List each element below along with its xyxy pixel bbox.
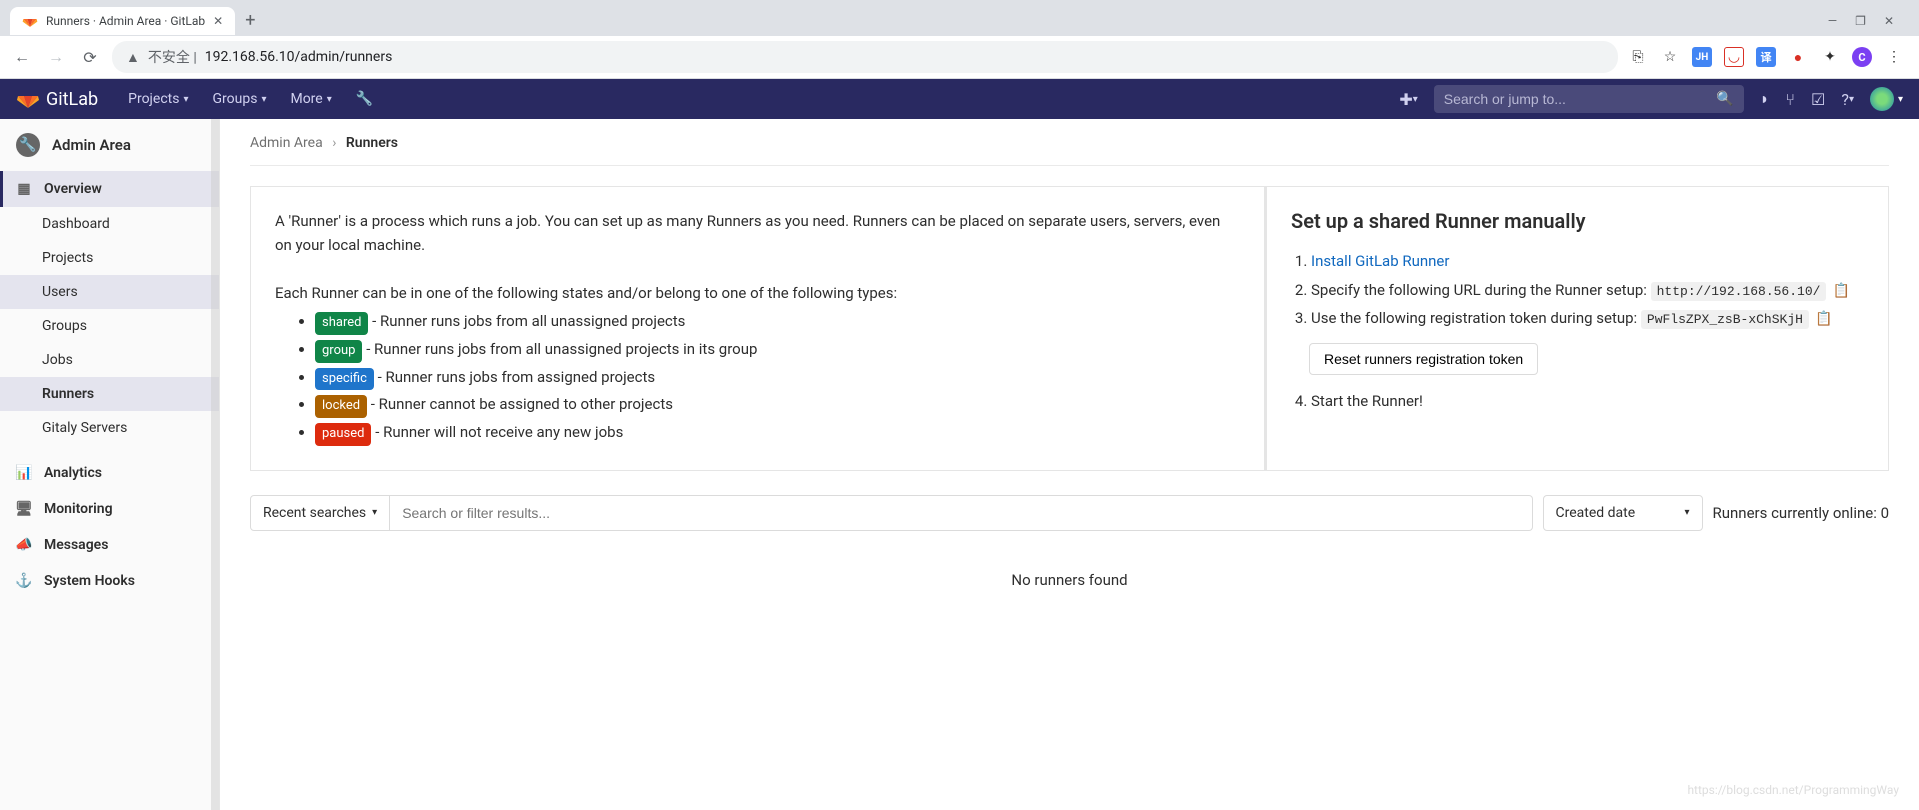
reset-token-button[interactable]: Reset runners registration token bbox=[1309, 343, 1538, 375]
merge-requests-icon[interactable]: ⑂ bbox=[1785, 90, 1795, 109]
setup-step2: Specify the following URL during the Run… bbox=[1311, 276, 1864, 305]
breadcrumb-admin[interactable]: Admin Area bbox=[250, 135, 323, 151]
issues-icon[interactable]: ◗ bbox=[1760, 89, 1770, 109]
url-text: 192.168.56.10/admin/runners bbox=[205, 49, 393, 65]
overview-icon: ▦ bbox=[16, 181, 32, 197]
extensions-icon[interactable]: ✦ bbox=[1820, 47, 1840, 67]
search-input[interactable] bbox=[1444, 91, 1704, 107]
sidebar-messages[interactable]: 📣 Messages bbox=[0, 527, 219, 563]
install-runner-link[interactable]: Install GitLab Runner bbox=[1311, 252, 1449, 270]
sidebar-runners[interactable]: Runners bbox=[0, 377, 219, 411]
user-menu[interactable]: ▾ bbox=[1870, 87, 1903, 111]
gitlab-logo[interactable]: GitLab bbox=[16, 87, 98, 111]
extension-record-icon[interactable]: ● bbox=[1788, 47, 1808, 67]
extension-translate-icon[interactable]: 译 bbox=[1756, 47, 1776, 67]
setup-panel: Set up a shared Runner manually Install … bbox=[1264, 186, 1889, 471]
messages-icon: 📣 bbox=[16, 537, 32, 553]
menu-icon[interactable]: ⋮ bbox=[1884, 47, 1904, 67]
empty-state: No runners found bbox=[250, 551, 1889, 609]
sidebar-overview[interactable]: ▦ Overview bbox=[0, 171, 219, 207]
brand-text: GitLab bbox=[46, 89, 98, 110]
setup-title: Set up a shared Runner manually bbox=[1291, 209, 1864, 233]
setup-url: http://192.168.56.10/ bbox=[1651, 282, 1827, 301]
translate-icon[interactable]: ⎘ bbox=[1628, 47, 1648, 67]
minimize-button[interactable]: — bbox=[1828, 14, 1837, 28]
window-close-button[interactable]: ✕ bbox=[1884, 14, 1894, 28]
insecure-label: 不安全 | bbox=[148, 47, 197, 67]
more-menu[interactable]: More▾ bbox=[280, 83, 341, 115]
sidebar-title[interactable]: 🔧 Admin Area bbox=[0, 119, 219, 171]
copy-url-icon[interactable]: 📋 bbox=[1832, 283, 1849, 299]
address-bar[interactable]: ▲ 不安全 | 192.168.56.10/admin/runners bbox=[112, 41, 1618, 73]
state-paused: paused - Runner will not receive any new… bbox=[315, 420, 1240, 446]
monitoring-icon: 🖥 bbox=[16, 501, 32, 517]
tab-title: Runners · Admin Area · GitLab bbox=[46, 14, 205, 28]
breadcrumb-current: Runners bbox=[346, 135, 398, 151]
recent-searches-dropdown[interactable]: Recent searches▾ bbox=[250, 495, 390, 531]
sidebar-dashboard[interactable]: Dashboard bbox=[0, 207, 219, 241]
projects-menu[interactable]: Projects▾ bbox=[118, 83, 198, 115]
insecure-icon: ▲ bbox=[126, 49, 140, 66]
setup-step4: Start the Runner! bbox=[1311, 387, 1864, 416]
forward-button[interactable]: → bbox=[44, 43, 68, 71]
chevron-down-icon: ▾ bbox=[261, 94, 266, 105]
sort-dropdown[interactable]: Created date▾ bbox=[1543, 495, 1703, 531]
gitlab-favicon bbox=[22, 13, 38, 29]
sidebar-gitaly[interactable]: Gitaly Servers bbox=[0, 411, 219, 445]
breadcrumb: Admin Area › Runners bbox=[250, 135, 1889, 166]
hooks-icon: ⚓ bbox=[16, 573, 32, 589]
extension-jh-icon[interactable]: JH bbox=[1692, 47, 1712, 67]
profile-avatar-icon[interactable]: C bbox=[1852, 47, 1872, 67]
global-search[interactable]: 🔍 bbox=[1434, 85, 1744, 113]
runners-online-count: Runners currently online: 0 bbox=[1713, 504, 1890, 522]
chevron-down-icon: ▾ bbox=[1898, 94, 1903, 105]
state-group: group - Runner runs jobs from all unassi… bbox=[315, 337, 1240, 363]
analytics-icon: 📊 bbox=[16, 465, 32, 481]
admin-wrench-icon[interactable]: 🔧 bbox=[346, 83, 383, 115]
maximize-button[interactable]: ❐ bbox=[1855, 14, 1866, 28]
sidebar-system-hooks[interactable]: ⚓ System Hooks bbox=[0, 563, 219, 599]
extension-shield-icon[interactable]: ◡ bbox=[1724, 47, 1744, 67]
groups-menu[interactable]: Groups▾ bbox=[203, 83, 277, 115]
new-tab-button[interactable]: + bbox=[235, 10, 265, 31]
scrollbar[interactable] bbox=[211, 119, 219, 810]
search-icon[interactable]: 🔍 bbox=[1716, 91, 1733, 107]
chevron-down-icon: ▾ bbox=[1684, 507, 1689, 518]
copy-token-icon[interactable]: 📋 bbox=[1815, 311, 1832, 327]
sidebar-users[interactable]: Users bbox=[0, 275, 219, 309]
sidebar-analytics[interactable]: 📊 Analytics bbox=[0, 455, 219, 491]
bookmark-icon[interactable]: ☆ bbox=[1660, 47, 1680, 67]
reload-button[interactable]: ⟳ bbox=[78, 44, 102, 71]
sidebar-projects[interactable]: Projects bbox=[0, 241, 219, 275]
info-paragraph-2: Each Runner can be in one of the followi… bbox=[275, 281, 1240, 305]
runner-info-panel: A 'Runner' is a process which runs a job… bbox=[250, 186, 1264, 471]
filter-input[interactable] bbox=[390, 495, 1532, 531]
todos-icon[interactable]: ☑ bbox=[1811, 90, 1825, 109]
user-avatar bbox=[1870, 87, 1894, 111]
state-specific: specific - Runner runs jobs from assigne… bbox=[315, 365, 1240, 391]
watermark: https://blog.csdn.net/ProgrammingWay bbox=[1687, 783, 1899, 797]
chevron-right-icon: › bbox=[332, 135, 336, 151]
back-button[interactable]: ← bbox=[10, 43, 34, 71]
plus-icon[interactable]: ✚ ▾ bbox=[1399, 90, 1417, 109]
chevron-down-icon: ▾ bbox=[183, 94, 188, 105]
wrench-icon: 🔧 bbox=[16, 133, 40, 157]
info-paragraph-1: A 'Runner' is a process which runs a job… bbox=[275, 209, 1240, 257]
sidebar-monitoring[interactable]: 🖥 Monitoring bbox=[0, 491, 219, 527]
sidebar-jobs[interactable]: Jobs bbox=[0, 343, 219, 377]
help-icon[interactable]: ? ▾ bbox=[1841, 90, 1854, 109]
state-locked: locked - Runner cannot be assigned to ot… bbox=[315, 392, 1240, 418]
close-icon[interactable]: ✕ bbox=[213, 14, 223, 28]
browser-tab[interactable]: Runners · Admin Area · GitLab ✕ bbox=[10, 7, 235, 35]
state-shared: shared - Runner runs jobs from all unass… bbox=[315, 309, 1240, 335]
sidebar-groups[interactable]: Groups bbox=[0, 309, 219, 343]
chevron-down-icon: ▾ bbox=[372, 507, 377, 518]
setup-token: PwFlsZPX_zsB-xChSKjH bbox=[1641, 310, 1809, 329]
setup-step3: Use the following registration token dur… bbox=[1311, 304, 1864, 333]
chevron-down-icon: ▾ bbox=[327, 94, 332, 105]
